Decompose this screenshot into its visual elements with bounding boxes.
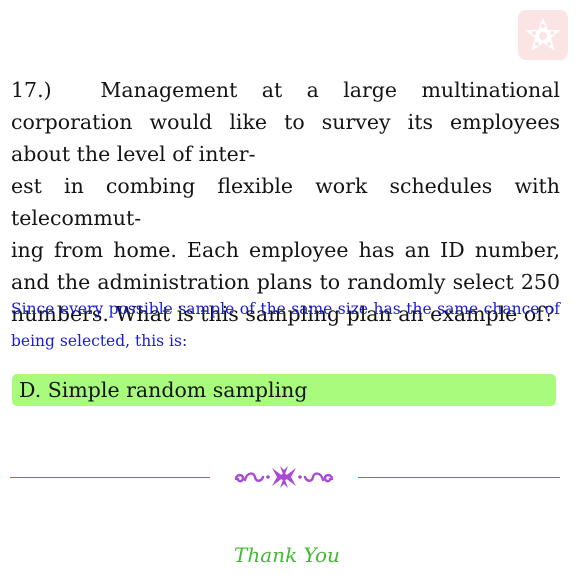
answer-choice-highlight: D. Simple random sampling <box>12 374 556 406</box>
question-number: 17.) <box>11 78 52 102</box>
star-flower-logo-icon <box>525 18 561 51</box>
logo <box>518 10 568 60</box>
question-text: 17.) Management at a large multinational… <box>11 78 560 326</box>
thank-you-text: Thank You <box>234 543 340 567</box>
divider-line-right <box>358 477 560 478</box>
question-part: est in combing flexible work schedules w… <box>11 174 560 230</box>
divider-line-left <box>10 477 210 478</box>
question-part: Management at a large multinational corp… <box>11 78 560 166</box>
ornamental-flourish-icon <box>234 466 334 488</box>
answer-explanation: Since every possible sample of the same … <box>11 300 560 350</box>
